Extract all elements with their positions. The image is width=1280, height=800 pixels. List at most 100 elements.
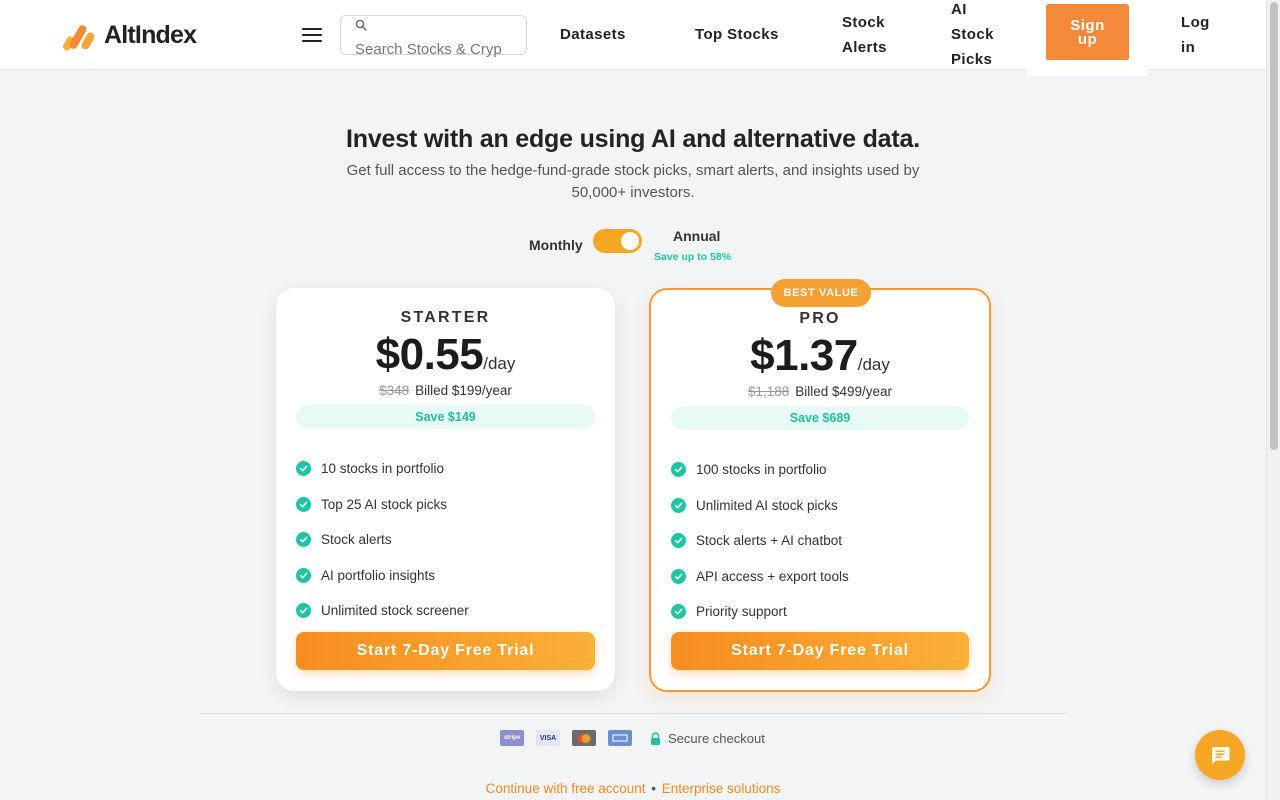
- feature-text: Priority support: [696, 604, 787, 620]
- secure-checkout: Secure checkout: [650, 731, 765, 746]
- page-scrollbar[interactable]: [1266, 0, 1280, 800]
- feature-text: API access + export tools: [696, 568, 849, 584]
- nav-ai-picks-line3: Picks: [951, 51, 993, 68]
- visa-text: VISA: [539, 734, 557, 742]
- feature-item: 100 stocks in portfolio: [671, 452, 849, 488]
- feature-item: Unlimited AI stock picks: [671, 488, 849, 524]
- logo-mark-icon: [63, 25, 95, 51]
- header-overflow-patch: [1027, 60, 1148, 76]
- search-box[interactable]: [340, 15, 527, 58]
- payment-methods: stripe VISA Secure checkout: [500, 730, 765, 746]
- login-label-line2: in: [1181, 39, 1196, 56]
- footer-links: Continue with free account • Enterprise …: [0, 781, 1266, 796]
- feature-text: 100 stocks in portfolio: [696, 462, 827, 478]
- savings-badge: Save $689: [671, 406, 969, 430]
- nav-top-stocks-label: Top Stocks: [695, 26, 779, 43]
- check-circle-icon: [296, 532, 311, 548]
- mastercard-icon: [572, 730, 596, 746]
- nav-ai-stock-picks[interactable]: AI Stock Picks: [951, 0, 994, 72]
- feature-item: Stock alerts: [296, 522, 469, 558]
- billing-info: $1,188 Billed $499/year: [651, 384, 989, 399]
- chat-button[interactable]: [1195, 730, 1245, 780]
- page-subtitle: Get full access to the hedge-fund-grade …: [346, 162, 920, 201]
- original-price: $348: [379, 383, 410, 398]
- nav-datasets[interactable]: Datasets: [560, 22, 626, 47]
- plan-card-pro: BEST VALUE PRO $1.37/day $1,188 Billed $4…: [649, 279, 991, 692]
- stripe-text: stripe: [503, 735, 521, 741]
- scrollbar-thumb[interactable]: [1270, 2, 1278, 450]
- enterprise-link[interactable]: Enterprise solutions: [662, 781, 781, 796]
- feature-text: AI portfolio insights: [321, 567, 436, 583]
- price-row: $1.37/day: [651, 331, 989, 381]
- feature-item: 10 stocks in portfolio: [296, 451, 469, 487]
- check-circle-icon: [296, 603, 311, 619]
- billing-info: $348 Billed $199/year: [276, 383, 615, 398]
- login-label-line1: Log: [1181, 14, 1210, 31]
- nav-top-stocks[interactable]: Top Stocks: [695, 22, 779, 47]
- feature-list: 10 stocks in portfolio Top 25 AI stock p…: [296, 451, 469, 629]
- plan-name: PRO: [799, 310, 841, 327]
- annual-savings-note: Save up to 58%: [654, 251, 732, 263]
- plan-card-starter: STARTER $0.55/day $348 Billed $199/year S…: [276, 288, 615, 691]
- original-price: $1,188: [747, 384, 790, 399]
- logo[interactable]: AltIndex: [62, 18, 197, 52]
- feature-text: Stock alerts: [321, 532, 392, 548]
- check-circle-icon: [296, 496, 311, 512]
- check-circle-icon: [671, 533, 686, 549]
- logo-text: AltIndex: [104, 20, 197, 49]
- feature-item: API access + export tools: [671, 559, 849, 595]
- start-trial-button-starter[interactable]: Start 7-Day Free Trial: [296, 632, 595, 670]
- toggle-knob: [621, 232, 639, 250]
- price-period: /day: [857, 355, 890, 374]
- feature-item: Unlimited stock screener: [296, 593, 469, 629]
- login-link[interactable]: Log in: [1181, 10, 1210, 60]
- stripe-icon: stripe: [500, 730, 524, 746]
- feature-text: Stock alerts + AI chatbot: [696, 533, 842, 549]
- savings-badge: Save $149: [296, 405, 595, 429]
- check-circle-icon: [671, 462, 686, 478]
- start-trial-button-pro[interactable]: Start 7-Day Free Trial: [671, 632, 969, 670]
- price-row: $0.55/day: [276, 330, 615, 380]
- check-circle-icon: [671, 604, 686, 620]
- search-icon: [355, 19, 367, 31]
- amex-icon: [608, 730, 632, 746]
- nav-datasets-label: Datasets: [560, 26, 626, 43]
- plan-price: $0.55: [375, 330, 484, 379]
- feature-text: Top 25 AI stock picks: [321, 496, 448, 512]
- feature-item: AI portfolio insights: [296, 558, 469, 594]
- feature-list: 100 stocks in portfolio Unlimited AI sto…: [671, 452, 849, 630]
- check-circle-icon: [296, 461, 311, 477]
- feature-text: Unlimited stock screener: [321, 603, 469, 619]
- chat-icon: [1212, 747, 1230, 764]
- feature-item: Priority support: [671, 594, 849, 630]
- check-circle-icon: [671, 568, 686, 584]
- nav-stock-alerts[interactable]: Stock Alerts: [842, 10, 887, 60]
- billing-annual-label[interactable]: Annual: [673, 228, 720, 244]
- billed-amount: Billed $199/year: [415, 383, 512, 398]
- check-circle-icon: [671, 497, 686, 513]
- secure-checkout-text: Secure checkout: [668, 730, 765, 746]
- plan-price: $1.37: [750, 331, 858, 380]
- link-separator: •: [651, 781, 657, 796]
- billing-period-toggle[interactable]: [593, 229, 642, 253]
- footer-divider: [200, 713, 1067, 714]
- page-title: Invest with an edge using AI and alterna…: [346, 125, 920, 153]
- feature-item: Top 25 AI stock picks: [296, 487, 469, 523]
- billing-monthly-label[interactable]: Monthly: [529, 237, 583, 253]
- nav-ai-picks-line1: AI: [951, 1, 967, 18]
- nav-stock-alerts-line2: Alerts: [842, 39, 887, 56]
- best-value-badge: BEST VALUE: [771, 279, 871, 307]
- free-account-link[interactable]: Continue with free account: [486, 781, 646, 796]
- price-period: /day: [483, 354, 516, 373]
- search-input[interactable]: [355, 40, 521, 58]
- plan-name: STARTER: [400, 309, 491, 326]
- menu-icon[interactable]: [300, 24, 324, 46]
- feature-text: 10 stocks in portfolio: [321, 461, 445, 477]
- nav-stock-alerts-line1: Stock: [842, 14, 885, 31]
- feature-text: Unlimited AI stock picks: [696, 497, 838, 513]
- signup-label-line2: up: [1077, 31, 1098, 48]
- lock-icon: [651, 731, 660, 745]
- check-circle-icon: [296, 567, 311, 583]
- visa-icon: VISA: [536, 730, 560, 746]
- signup-button[interactable]: Sign up: [1046, 4, 1129, 61]
